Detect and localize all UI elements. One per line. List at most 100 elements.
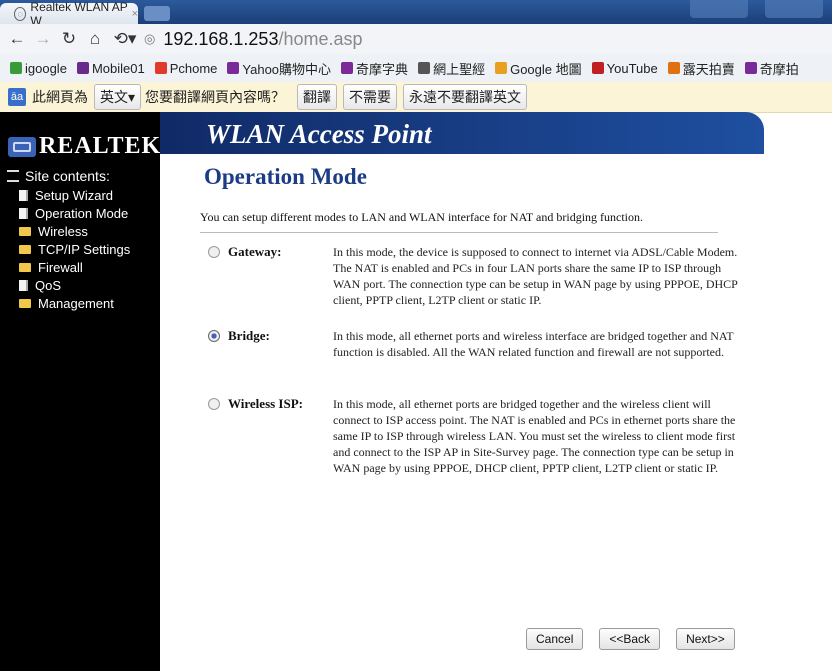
translate-question: 您要翻譯網頁內容嗎？ xyxy=(145,89,286,105)
window-control-maximize[interactable] xyxy=(765,0,823,18)
tab-close-icon[interactable]: × xyxy=(132,8,138,20)
tree-root-label: Site contents: xyxy=(25,168,110,184)
sidebar-item-management[interactable]: Management xyxy=(19,294,130,312)
bookmark-item[interactable]: 奇摩拍 xyxy=(744,59,799,78)
bookmark-item[interactable]: igoogle xyxy=(10,61,67,76)
pchome-icon xyxy=(154,62,167,74)
bookmark-label: igoogle xyxy=(25,60,67,76)
bookmark-item[interactable]: Google 地圖 xyxy=(495,59,582,78)
mode-description: In this mode, all ethernet ports and wir… xyxy=(333,329,734,359)
sidebar-item-label: Setup Wizard xyxy=(35,187,114,203)
router-sidebar: REALTEK Site contents: Setup Wizard Opera… xyxy=(0,112,160,671)
sidebar-item-label: TCP/IP Settings xyxy=(38,241,131,257)
bible-icon xyxy=(418,62,431,74)
sidebar-item-label: Wireless xyxy=(38,223,88,239)
window-control-minimize[interactable] xyxy=(690,0,748,18)
chevron-down-icon: ▾ xyxy=(128,89,136,105)
history-icon[interactable]: ⟲▾ xyxy=(112,29,138,49)
bookmark-item[interactable]: Yahoo購物中心 xyxy=(227,59,331,78)
new-tab-button[interactable] xyxy=(144,6,170,21)
never-translate-button[interactable]: 永遠不要翻譯英文 xyxy=(403,84,528,110)
mode-option-bridge: Bridge: In this mode, all ethernet ports … xyxy=(208,328,738,360)
page-icon xyxy=(19,207,28,219)
mode-label[interactable]: Wireless ISP: xyxy=(228,396,333,476)
yahoo-dict-icon xyxy=(341,62,354,74)
yahoo-auction-icon xyxy=(744,62,757,74)
maps-icon xyxy=(495,62,508,74)
folder-icon xyxy=(19,244,31,254)
sidebar-item-firewall[interactable]: Firewall xyxy=(19,258,130,276)
youtube-icon xyxy=(591,62,604,74)
browser-titlebar: ◌ Realtek WLAN AP W × xyxy=(0,0,832,28)
translate-button[interactable]: 翻譯 xyxy=(297,84,338,110)
realtek-logo-text: REALTEK xyxy=(39,133,162,159)
bookmark-item[interactable]: Pchome xyxy=(154,60,218,76)
bookmark-item[interactable]: 網上聖經 xyxy=(418,59,485,78)
sidebar-item-label: Firewall xyxy=(38,259,83,275)
mode-label[interactable]: Bridge: xyxy=(228,328,333,360)
bookmark-item[interactable]: YouTube xyxy=(591,60,658,76)
sidebar-item-label: Operation Mode xyxy=(35,205,129,221)
no-translate-button[interactable]: 不需要 xyxy=(343,84,398,110)
igoogle-icon xyxy=(10,62,22,74)
bookmark-label: 露天拍賣 xyxy=(682,61,735,77)
next-button[interactable]: Next>> xyxy=(676,628,735,650)
folder-icon xyxy=(19,262,31,272)
sidebar-item-label: QoS xyxy=(35,277,62,293)
intro-text: You can setup different modes to LAN and… xyxy=(200,210,644,224)
reload-icon[interactable]: ↻ xyxy=(60,29,78,49)
tree-root[interactable]: Site contents: xyxy=(7,168,130,184)
bookmark-item[interactable]: 露天拍賣 xyxy=(667,59,735,78)
bookmark-label: Pchome xyxy=(169,60,218,76)
back-arrow-icon[interactable]: ← xyxy=(8,29,26,49)
site-contents-tree: Site contents: Setup Wizard Operation Mod… xyxy=(7,168,130,312)
translate-bar: āa 此網頁為 英文▾ 您要翻譯網頁內容嗎？ 翻譯 不需要 永遠不要翻譯英文 xyxy=(0,82,832,113)
language-select-value: 英文 xyxy=(100,89,128,105)
sidebar-item-setup-wizard[interactable]: Setup Wizard xyxy=(19,186,130,204)
mode-radio[interactable] xyxy=(208,398,220,410)
mode-radio[interactable] xyxy=(208,330,220,342)
translate-logo-icon: āa xyxy=(8,88,26,106)
realtek-logo: REALTEK xyxy=(8,133,162,159)
home-icon[interactable]: ⌂ xyxy=(86,29,104,49)
sidebar-item-qos[interactable]: QoS xyxy=(19,276,130,294)
bookmark-label: 網上聖經 xyxy=(433,61,486,77)
bookmark-label: Google 地圖 xyxy=(510,61,582,77)
sidebar-item-tcp-ip-settings[interactable]: TCP/IP Settings xyxy=(19,240,130,258)
sidebar-item-operation-mode[interactable]: Operation Mode xyxy=(19,204,130,222)
yahoo-icon xyxy=(227,62,240,74)
divider xyxy=(200,232,718,233)
realtek-logo-icon xyxy=(8,137,36,157)
cancel-button[interactable]: Cancel xyxy=(526,628,584,650)
page-icon xyxy=(19,279,28,291)
folder-icon xyxy=(19,298,31,308)
bookmark-label: YouTube xyxy=(606,60,658,76)
bookmarks-bar: igoogle Mobile01 Pchome Yahoo購物中心 奇摩字典 網上聖經 Go… xyxy=(0,54,832,83)
mode-option-gateway: Gateway: In this mode, the device is supp… xyxy=(208,244,738,308)
forward-arrow-icon[interactable]: → xyxy=(34,29,52,49)
back-button[interactable]: <<Back xyxy=(599,628,661,650)
language-select[interactable]: 英文▾ xyxy=(94,84,142,110)
mobile01-icon xyxy=(76,62,89,74)
wizard-buttons: Cancel <<Back Next>> xyxy=(526,628,751,650)
page-icon xyxy=(19,189,28,201)
browser-tab[interactable]: ◌ Realtek WLAN AP W × xyxy=(0,0,138,28)
sidebar-item-wireless[interactable]: Wireless xyxy=(19,222,130,240)
mode-description: In this mode, the device is supposed to … xyxy=(333,245,738,307)
address-bar: ← → ↻ ⌂ ⟲▾ ◎ 192.168.1.253/home.asp xyxy=(0,24,832,55)
bookmark-label: 奇摩拍 xyxy=(759,61,799,77)
page-info-icon[interactable]: ◎ xyxy=(144,31,155,47)
page-title: Operation Mode xyxy=(204,164,367,189)
url-field[interactable]: 192.168.1.253/home.asp xyxy=(163,29,362,50)
tree-root-icon xyxy=(7,170,19,182)
bookmark-item[interactable]: 奇摩字典 xyxy=(341,59,408,78)
bookmark-item[interactable]: Mobile01 xyxy=(76,61,145,76)
bookmark-label: 奇摩字典 xyxy=(356,61,409,77)
mode-label[interactable]: Gateway: xyxy=(228,244,333,308)
ruten-icon xyxy=(667,62,680,74)
sidebar-item-label: Management xyxy=(38,295,114,311)
page-banner: WLAN Access Point xyxy=(160,112,764,154)
mode-description: In this mode, all ethernet ports are bri… xyxy=(333,397,736,475)
mode-radio[interactable] xyxy=(208,246,220,258)
mode-option-wireless-isp: Wireless ISP: In this mode, all ethernet … xyxy=(208,396,738,476)
